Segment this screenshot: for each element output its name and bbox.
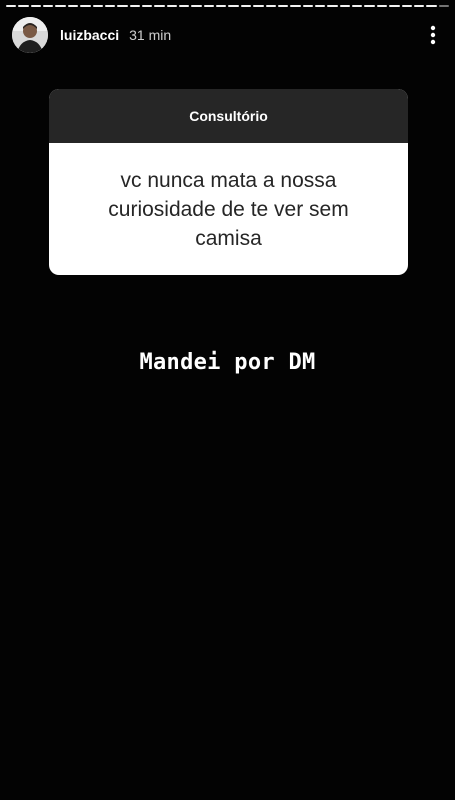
progress-segment	[327, 5, 338, 7]
progress-segment	[401, 5, 412, 7]
question-sticker[interactable]: Consultório vc nunca mata a nossa curios…	[49, 89, 408, 275]
progress-segment	[129, 5, 140, 7]
progress-segment	[43, 5, 54, 7]
progress-segment	[364, 5, 375, 7]
progress-segment	[277, 5, 289, 7]
progress-segment	[253, 5, 264, 7]
progress-segment	[179, 5, 190, 7]
progress-segment	[240, 5, 252, 7]
progress-segment	[265, 5, 276, 7]
progress-segment	[191, 5, 202, 7]
question-text: vc nunca mata a nossa curiosidade de te …	[108, 168, 349, 250]
progress-segment	[389, 5, 400, 7]
progress-segment	[413, 5, 425, 7]
vertical-ellipsis-icon	[430, 25, 436, 45]
progress-segment	[18, 5, 29, 7]
story-view[interactable]: luizbacci 31 min Consultório vc nunca ma…	[0, 0, 455, 800]
progress-segment	[376, 5, 388, 7]
progress-segment	[352, 5, 363, 7]
progress-segment	[339, 5, 351, 7]
progress-segment	[30, 5, 42, 7]
story-progress-bar	[6, 5, 449, 7]
progress-segment	[6, 5, 17, 7]
progress-segment	[302, 5, 313, 7]
question-sticker-body: vc nunca mata a nossa curiosidade de te …	[49, 143, 408, 275]
progress-segment	[92, 5, 103, 7]
story-reply-text: Mandei por DM	[139, 350, 316, 375]
story-header: luizbacci 31 min	[12, 16, 445, 54]
username[interactable]: luizbacci	[60, 27, 119, 43]
progress-segment	[314, 5, 326, 7]
more-options-button[interactable]	[421, 20, 445, 50]
progress-segment	[438, 5, 449, 7]
progress-segment	[117, 5, 128, 7]
question-sticker-header: Consultório	[49, 89, 408, 143]
avatar[interactable]	[12, 17, 48, 53]
question-sticker-title: Consultório	[189, 108, 268, 124]
progress-segment	[104, 5, 116, 7]
progress-segment	[154, 5, 165, 7]
timestamp: 31 min	[129, 27, 172, 43]
progress-segment	[216, 5, 227, 7]
progress-segment	[166, 5, 178, 7]
progress-segment	[203, 5, 215, 7]
progress-segment	[228, 5, 239, 7]
progress-segment	[141, 5, 153, 7]
progress-segment	[290, 5, 301, 7]
progress-segment	[67, 5, 79, 7]
progress-segment	[80, 5, 91, 7]
progress-segment	[426, 5, 437, 7]
profile-photo-icon	[12, 17, 48, 53]
progress-segment	[55, 5, 66, 7]
